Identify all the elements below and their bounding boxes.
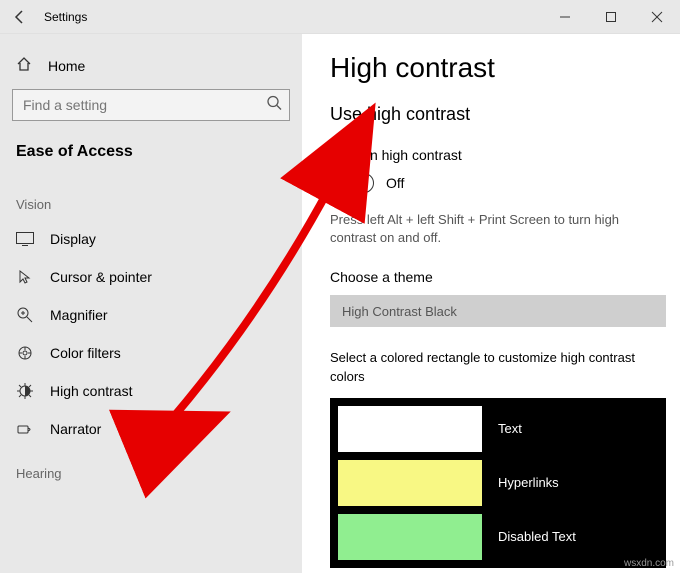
close-icon: [652, 12, 662, 22]
watermark: wsxdn.com: [624, 558, 674, 569]
back-button[interactable]: [0, 0, 40, 34]
sidebar-item-home[interactable]: Home: [0, 48, 302, 89]
theme-value: High Contrast Black: [342, 304, 457, 319]
high-contrast-toggle[interactable]: [330, 173, 374, 193]
toggle-state: Off: [386, 175, 404, 191]
swatch-label: Hyperlinks: [498, 475, 559, 490]
minimize-icon: [560, 12, 570, 22]
window-controls: [542, 0, 680, 34]
narrator-icon: [16, 421, 34, 437]
colorfilters-icon: [16, 345, 34, 361]
cursor-icon: [16, 269, 34, 285]
maximize-icon: [606, 12, 616, 22]
nav-label: Magnifier: [50, 307, 108, 323]
sidebar-item-display[interactable]: Display: [0, 220, 302, 258]
sidebar-item-cursor[interactable]: Cursor & pointer: [0, 258, 302, 296]
search-wrap: [12, 89, 290, 121]
nav-label: Color filters: [50, 345, 121, 361]
sidebar-item-narrator[interactable]: Narrator: [0, 410, 302, 448]
swatch-text[interactable]: [338, 406, 482, 452]
toggle-label: Turn on high contrast: [330, 147, 670, 163]
swatch-disabled[interactable]: [338, 514, 482, 560]
display-icon: [16, 232, 34, 246]
section-title: Ease of Access: [0, 139, 302, 179]
sidebar-item-magnifier[interactable]: Magnifier: [0, 296, 302, 334]
nav-label: Narrator: [50, 421, 101, 437]
theme-select[interactable]: High Contrast Black: [330, 295, 666, 327]
minimize-button[interactable]: [542, 0, 588, 34]
home-icon: [16, 56, 32, 75]
magnifier-icon: [16, 307, 34, 323]
content: High contrast Use high contrast Turn on …: [302, 34, 680, 573]
theme-label: Choose a theme: [330, 269, 670, 285]
customize-label: Select a colored rectangle to customize …: [330, 349, 660, 385]
toggle-knob: [334, 177, 346, 189]
swatch-row-text: Text: [334, 402, 662, 456]
search-input[interactable]: [12, 89, 290, 121]
nav-label: Cursor & pointer: [50, 269, 152, 285]
page-title: High contrast: [330, 52, 670, 84]
swatch-grid: Text Hyperlinks Disabled Text: [330, 398, 666, 568]
group-label-vision: Vision: [0, 179, 302, 220]
nav-label: Display: [50, 231, 96, 247]
swatch-hyperlinks[interactable]: [338, 460, 482, 506]
swatch-row-disabled: Disabled Text: [334, 510, 662, 564]
sub-title: Use high contrast: [330, 104, 670, 125]
group-label-hearing: Hearing: [0, 448, 302, 489]
arrow-left-icon: [12, 9, 28, 25]
highcontrast-icon: [16, 383, 34, 399]
swatch-label: Disabled Text: [498, 529, 576, 544]
swatch-label: Text: [498, 421, 522, 436]
maximize-button[interactable]: [588, 0, 634, 34]
close-button[interactable]: [634, 0, 680, 34]
titlebar: Settings: [0, 0, 680, 34]
sidebar-item-colorfilters[interactable]: Color filters: [0, 334, 302, 372]
sidebar-item-highcontrast[interactable]: High contrast: [0, 372, 302, 410]
window-title: Settings: [44, 10, 87, 24]
shortcut-hint: Press left Alt + left Shift + Print Scre…: [330, 211, 650, 247]
nav-label: High contrast: [50, 383, 132, 399]
search-icon: [266, 95, 282, 116]
sidebar: Home Ease of Access Vision Display Curso…: [0, 34, 302, 573]
swatch-row-hyperlinks: Hyperlinks: [334, 456, 662, 510]
home-label: Home: [48, 58, 85, 74]
